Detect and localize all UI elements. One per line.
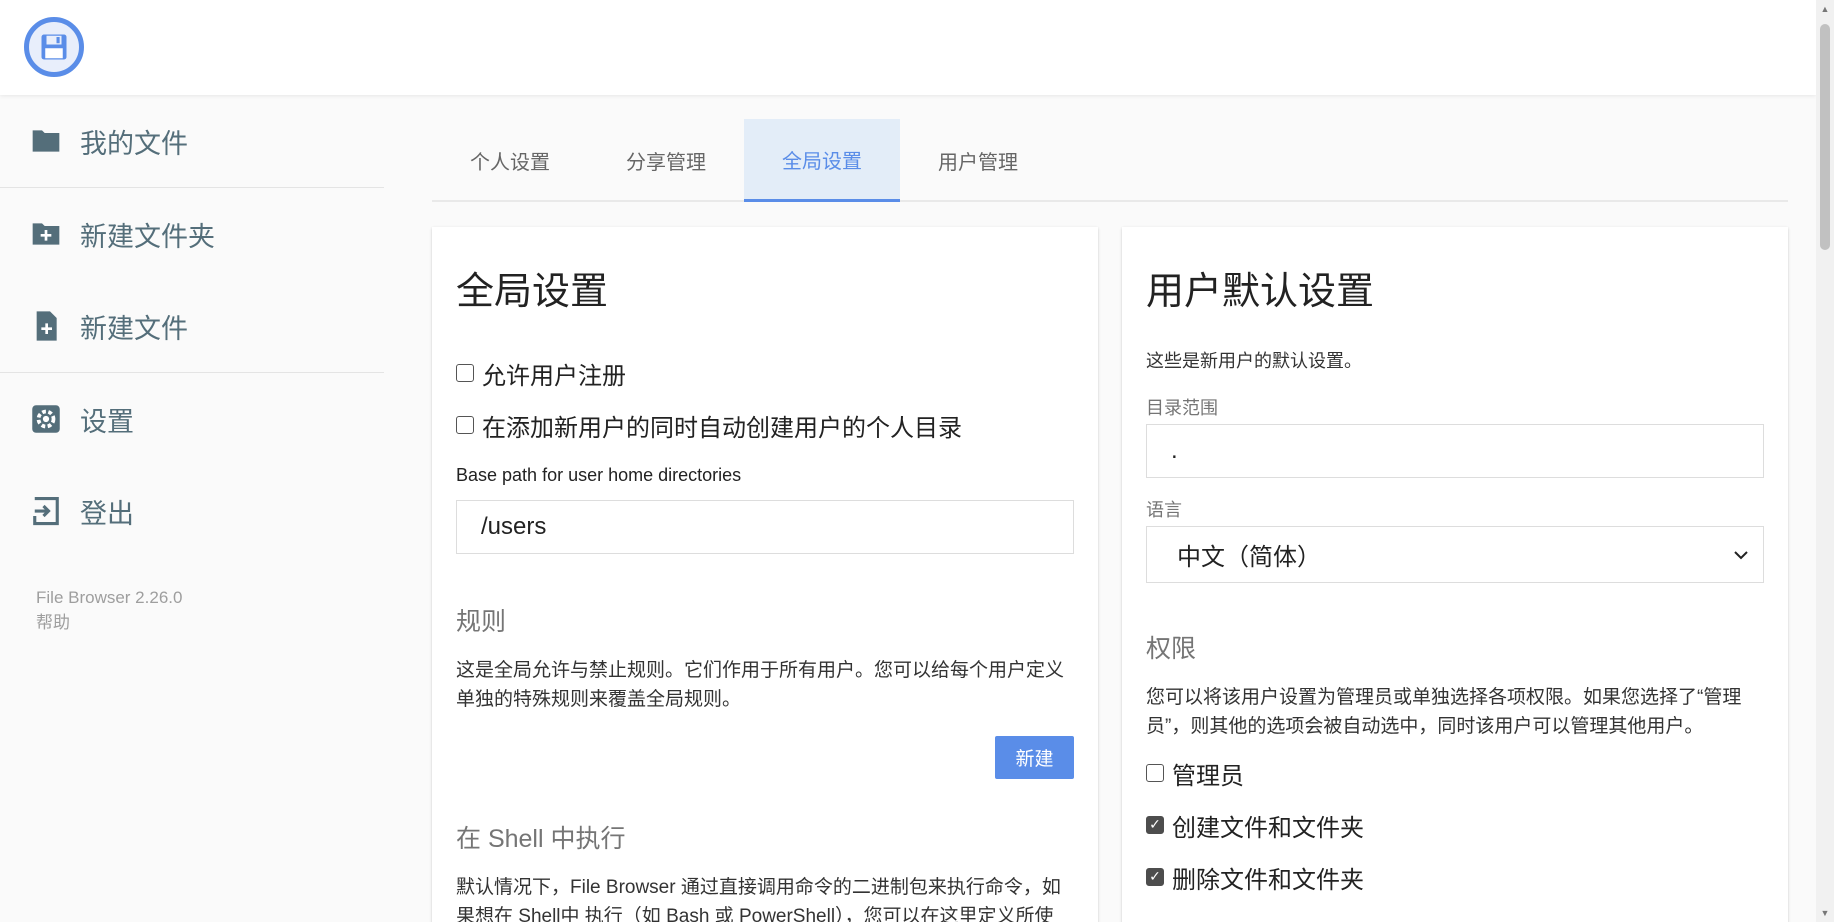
scroll-thumb[interactable] xyxy=(1820,24,1830,250)
rules-title: 规则 xyxy=(456,608,507,636)
sidebar-item-new-folder[interactable]: 新建文件夹 xyxy=(0,188,384,280)
defaults-description: 这些是新用户的默认设置。 xyxy=(1146,351,1362,371)
help-link[interactable]: 帮助 xyxy=(36,610,384,635)
shell-title: 在 Shell 中执行 xyxy=(456,825,626,853)
language-value: 中文（简体） xyxy=(1177,544,1321,571)
create-home-option[interactable]: 在添加新用户的同时自动创建用户的个人目录 xyxy=(456,399,1074,451)
perm-admin-checkbox[interactable] xyxy=(1146,764,1164,782)
sidebar-item-new-file[interactable]: 新建文件 xyxy=(0,280,384,372)
scroll-down-icon[interactable]: ▼ xyxy=(1820,908,1830,918)
new-rule-button[interactable]: 新建 xyxy=(995,736,1074,779)
sidebar: 我的文件 新建文件夹 新建文件 设置 登出 File Browser 2.26.… xyxy=(0,95,384,635)
base-path-input[interactable]: /users xyxy=(456,500,1074,554)
sidebar-item-my-files[interactable]: 我的文件 xyxy=(0,95,384,187)
settings-tabs: 个人设置 分享管理 全局设置 用户管理 xyxy=(432,119,1788,202)
tab-shares[interactable]: 分享管理 xyxy=(588,119,744,202)
scroll-up-icon[interactable]: ▲ xyxy=(1820,4,1830,14)
base-path-label: Base path for user home directories xyxy=(456,465,742,485)
chevron-down-icon xyxy=(1734,550,1748,559)
allow-signup-option[interactable]: 允许用户注册 xyxy=(456,347,1074,399)
sidebar-item-label: 设置 xyxy=(80,406,134,437)
perm-create-checkbox[interactable] xyxy=(1146,816,1164,834)
shell-description: 默认情况下，File Browser 通过直接调用命令的二进制包来执行命令，如果… xyxy=(456,877,1061,922)
tab-global[interactable]: 全局设置 xyxy=(744,119,900,202)
language-label: 语言 xyxy=(1146,500,1182,520)
card-title: 用户默认设置 xyxy=(1146,271,1375,313)
version-text: File Browser 2.26.0 xyxy=(36,588,183,607)
card-title: 全局设置 xyxy=(456,271,609,313)
scope-label: 目录范围 xyxy=(1146,398,1218,418)
file-plus-icon xyxy=(30,310,62,342)
tab-profile[interactable]: 个人设置 xyxy=(432,119,588,202)
perm-delete-option[interactable]: 删除文件和文件夹 xyxy=(1146,851,1764,903)
sidebar-item-logout[interactable]: 登出 xyxy=(0,465,384,557)
header-bar xyxy=(0,0,1816,95)
checkbox-label: 管理员 xyxy=(1172,762,1244,790)
allow-signup-checkbox[interactable] xyxy=(456,364,474,382)
sidebar-item-label: 我的文件 xyxy=(80,128,188,159)
permissions-title: 权限 xyxy=(1146,635,1197,663)
perm-delete-checkbox[interactable] xyxy=(1146,868,1164,886)
sidebar-item-settings[interactable]: 设置 xyxy=(0,373,384,465)
permissions-description: 您可以将该用户设置为管理员或单独选择各项权限。如果您选择了“管理员”，则其他的选… xyxy=(1146,687,1742,737)
gear-icon xyxy=(30,403,62,435)
app-logo[interactable] xyxy=(24,17,84,77)
scope-input[interactable]: . xyxy=(1146,424,1764,478)
user-defaults-card: 用户默认设置 这些是新用户的默认设置。 目录范围 . 语言 中文（简体） 权限 … xyxy=(1122,227,1788,922)
folder-icon xyxy=(30,125,62,157)
floppy-disk-icon xyxy=(41,34,67,60)
perm-create-option[interactable]: 创建文件和文件夹 xyxy=(1146,799,1764,851)
folder-plus-icon xyxy=(30,218,62,250)
checkbox-label: 允许用户注册 xyxy=(482,362,626,390)
create-home-checkbox[interactable] xyxy=(456,416,474,434)
logout-icon xyxy=(30,495,62,527)
page-scrollbar[interactable]: ▲ ▼ xyxy=(1816,0,1834,922)
tab-users[interactable]: 用户管理 xyxy=(900,119,1056,202)
checkbox-label: 删除文件和文件夹 xyxy=(1172,866,1364,894)
language-select[interactable]: 中文（简体） xyxy=(1146,526,1764,583)
rules-description: 这是全局允许与禁止规则。它们作用于所有用户。您可以给每个用户定义单独的特殊规则来… xyxy=(456,660,1065,710)
sidebar-item-label: 新建文件夹 xyxy=(80,221,215,252)
global-settings-card: 全局设置 允许用户注册 在添加新用户的同时自动创建用户的个人目录 Base pa… xyxy=(432,227,1098,922)
sidebar-item-label: 登出 xyxy=(80,498,134,529)
sidebar-footer: File Browser 2.26.0 帮助 xyxy=(0,585,384,635)
checkbox-label: 创建文件和文件夹 xyxy=(1172,814,1364,842)
perm-admin-option[interactable]: 管理员 xyxy=(1146,747,1764,799)
checkbox-label: 在添加新用户的同时自动创建用户的个人目录 xyxy=(482,414,962,442)
sidebar-item-label: 新建文件 xyxy=(80,313,188,344)
